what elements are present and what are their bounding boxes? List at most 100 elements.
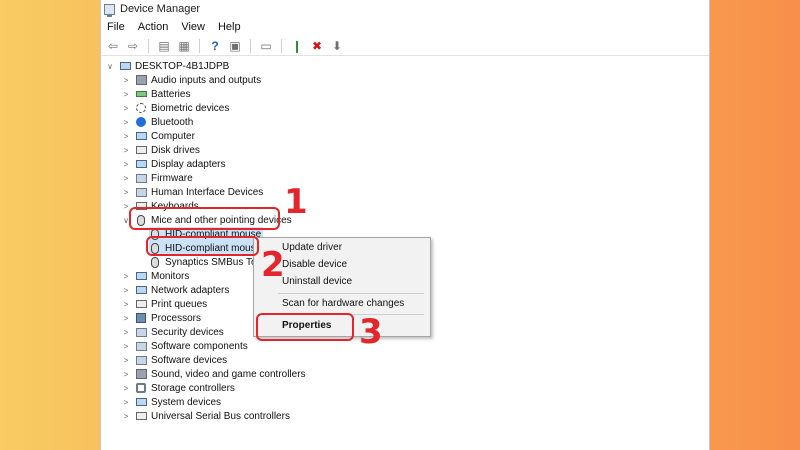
chevron-right-icon[interactable]: > [121,132,131,141]
chevron-right-icon[interactable]: > [121,104,131,113]
menu-file[interactable]: File [107,21,125,33]
tree-item-label: Disk drives [151,144,200,156]
title-bar: Device Manager [101,0,709,18]
tree-item-label: Network adapters [151,284,230,296]
toolbar: ⇦ ⇨ ▤ ▦ ? ▣ ▭ ❙ ✖ ⬇ [101,36,709,56]
chevron-right-icon[interactable]: > [121,160,131,169]
tree-item-network[interactable]: > Network adapters [121,283,230,297]
speaker-icon [135,369,147,380]
tree-item-label: Computer [151,130,195,142]
toolbar-separator [199,38,200,53]
uninstall-icon[interactable]: ✖ [309,38,325,54]
monitor-icon[interactable]: ▭ [258,38,274,54]
annotation-step-2: 2 [261,245,285,285]
help-icon[interactable]: ? [207,38,223,54]
menu-help[interactable]: Help [218,21,241,33]
menu-item-uninstall-device[interactable]: Uninstall device [282,276,352,287]
tree-item-security[interactable]: > Security devices [121,325,224,339]
window-title: Device Manager [120,3,201,15]
add-driver-icon[interactable]: ❙ [289,38,305,54]
tree-item-audio[interactable]: > Audio inputs and outputs [121,73,261,87]
bluetooth-icon [135,117,147,128]
annotation-step-3: 3 [359,312,383,352]
network-icon [135,285,147,296]
menu-item-disable-device[interactable]: Disable device [282,259,347,270]
tree-item-computer[interactable]: > Computer [121,129,195,143]
computer-icon [119,61,131,72]
chevron-right-icon[interactable]: > [121,118,131,127]
tree-item-hid[interactable]: > Human Interface Devices [121,185,264,199]
tree-item-monitors[interactable]: > Monitors [121,269,190,283]
security-device-icon [135,327,147,338]
chevron-right-icon[interactable]: > [121,146,131,155]
software-component-icon [135,341,147,352]
tree-item-bluetooth[interactable]: > Bluetooth [121,115,194,129]
tree-item-label: Software components [151,340,248,352]
chevron-right-icon[interactable]: > [121,370,131,379]
toolbar-separator [250,38,251,53]
menu-separator [278,293,424,294]
computer-icon [135,131,147,142]
forward-arrow-icon[interactable]: ⇨ [125,38,141,54]
tree-item-display-adapters[interactable]: > Display adapters [121,157,226,171]
tree-item-disk-drives[interactable]: > Disk drives [121,143,200,157]
chevron-right-icon[interactable]: > [121,76,131,85]
annotation-highlight-hid-mouse [146,236,259,256]
menu-action[interactable]: Action [138,21,169,33]
tree-item-label: Processors [151,312,202,324]
tree-item-biometric[interactable]: > Biometric devices [121,101,230,115]
back-arrow-icon[interactable]: ⇦ [105,38,121,54]
tree-item-sound[interactable]: > Sound, video and game controllers [121,367,306,381]
tree-item-system-devices[interactable]: > System devices [121,395,221,409]
chevron-right-icon[interactable]: > [121,300,131,309]
tree-item-label: System devices [151,396,222,408]
tree-child-synaptics[interactable]: Synaptics SMBus Touc [149,255,267,269]
tree-root[interactable]: ∨ DESKTOP-4B1JDPB [105,59,229,73]
fingerprint-icon [135,103,147,114]
properties-icon[interactable]: ▦ [176,38,192,54]
chevron-right-icon[interactable]: > [121,272,131,281]
tree-item-firmware[interactable]: > Firmware [121,171,193,185]
chevron-right-icon[interactable]: > [121,384,131,393]
chevron-down-icon[interactable]: ∨ [105,62,115,71]
chevron-right-icon[interactable]: > [121,342,131,351]
annotation-highlight-properties [256,313,354,341]
chevron-right-icon[interactable]: > [121,314,131,323]
chevron-right-icon[interactable]: > [121,174,131,183]
chevron-right-icon[interactable]: > [121,356,131,365]
chevron-right-icon[interactable]: > [121,286,131,295]
toolbar-separator [281,38,282,53]
annotation-step-1: 1 [284,182,308,222]
view-icon[interactable]: ▣ [227,38,243,54]
chevron-right-icon[interactable]: > [121,328,131,337]
tree-item-software-components[interactable]: > Software components [121,339,248,353]
firmware-icon [135,173,147,184]
tree-item-processors[interactable]: > Processors [121,311,201,325]
tree-item-storage[interactable]: > Storage controllers [121,381,235,395]
tree-item-usb[interactable]: > Universal Serial Bus controllers [121,409,290,423]
tree-item-label: Batteries [151,88,191,100]
usb-icon [135,411,147,422]
tree-item-label: Sound, video and game controllers [151,368,306,380]
software-device-icon [135,355,147,366]
tree-item-software-devices[interactable]: > Software devices [121,353,228,367]
printer-icon [135,299,147,310]
download-icon[interactable]: ⬇ [329,38,345,54]
display-adapter-icon [135,159,147,170]
tree-item-label: Biometric devices [151,102,230,114]
menu-view[interactable]: View [181,21,205,33]
show-hide-console-icon[interactable]: ▤ [156,38,172,54]
chevron-right-icon[interactable]: > [121,90,131,99]
annotation-highlight-mice [129,207,280,230]
tree-item-label: Security devices [151,326,224,338]
menu-item-scan-hardware[interactable]: Scan for hardware changes [282,298,404,309]
chevron-right-icon[interactable]: > [121,412,131,421]
menu-item-update-driver[interactable]: Update driver [282,242,342,253]
tree-item-batteries[interactable]: > Batteries [121,87,191,101]
tree-item-label: Human Interface Devices [151,186,264,198]
speaker-icon [135,75,147,86]
chevron-right-icon[interactable]: > [121,188,131,197]
chevron-right-icon[interactable]: > [121,398,131,407]
tree-item-print-queues[interactable]: > Print queues [121,297,208,311]
disk-drive-icon [135,145,147,156]
